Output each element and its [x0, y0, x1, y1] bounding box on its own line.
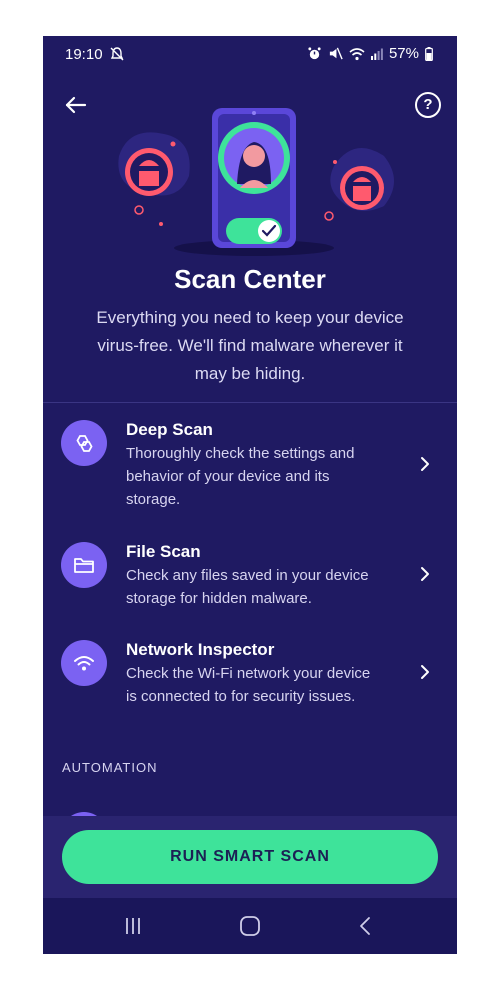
back-nav-icon[interactable] [354, 914, 378, 938]
network-inspector-item[interactable]: Network Inspector Check the Wi-Fi networ… [43, 640, 457, 720]
mute-icon [328, 46, 343, 61]
status-bar: 19:10 57% [43, 36, 457, 74]
wifi-icon [61, 640, 107, 686]
chevron-right-icon [421, 567, 429, 581]
notifications-off-icon [109, 46, 125, 66]
wifi-status-icon [349, 47, 365, 61]
question-mark-icon: ? [423, 96, 433, 113]
alarm-icon [307, 46, 322, 61]
file-scan-title: File Scan [126, 542, 201, 561]
back-button[interactable] [59, 88, 93, 122]
folder-icon [61, 542, 107, 588]
chevron-right-icon [421, 665, 429, 679]
file-scan-description: Check any files saved in your device sto… [126, 567, 369, 607]
run-smart-scan-button[interactable]: RUN SMART SCAN [62, 830, 438, 884]
network-inspector-description: Check the Wi-Fi network your device is c… [126, 665, 371, 705]
hero-illustration [118, 108, 394, 256]
page-description: Everything you need to keep your device … [96, 308, 404, 383]
deep-scan-title: Deep Scan [126, 420, 213, 439]
system-navigation-bar [43, 898, 457, 954]
recent-apps-icon[interactable] [121, 914, 145, 938]
home-icon[interactable] [238, 914, 262, 938]
help-button[interactable]: ? [415, 92, 441, 118]
deep-scan-item[interactable]: Deep Scan Thoroughly check the settings … [43, 420, 457, 520]
file-scan-item[interactable]: File Scan Check any files saved in your … [43, 542, 457, 622]
chevron-right-icon [421, 457, 429, 471]
deep-scan-icon [61, 420, 107, 466]
battery-percent: 57% [388, 45, 419, 62]
deep-scan-description: Thoroughly check the settings and behavi… [126, 445, 355, 508]
network-inspector-title: Network Inspector [126, 640, 275, 659]
signal-icon [370, 48, 383, 60]
status-indicators: 57% [307, 45, 433, 62]
arrow-left-icon [65, 96, 87, 114]
automation-section-label: AUTOMATION [62, 760, 158, 775]
page-title: Scan Center [174, 264, 326, 294]
battery-icon [425, 46, 433, 61]
app-screen: 19:10 57% ? Scan Center Everything you n… [43, 36, 457, 954]
divider [43, 402, 457, 403]
status-time: 19:10 [65, 46, 103, 63]
